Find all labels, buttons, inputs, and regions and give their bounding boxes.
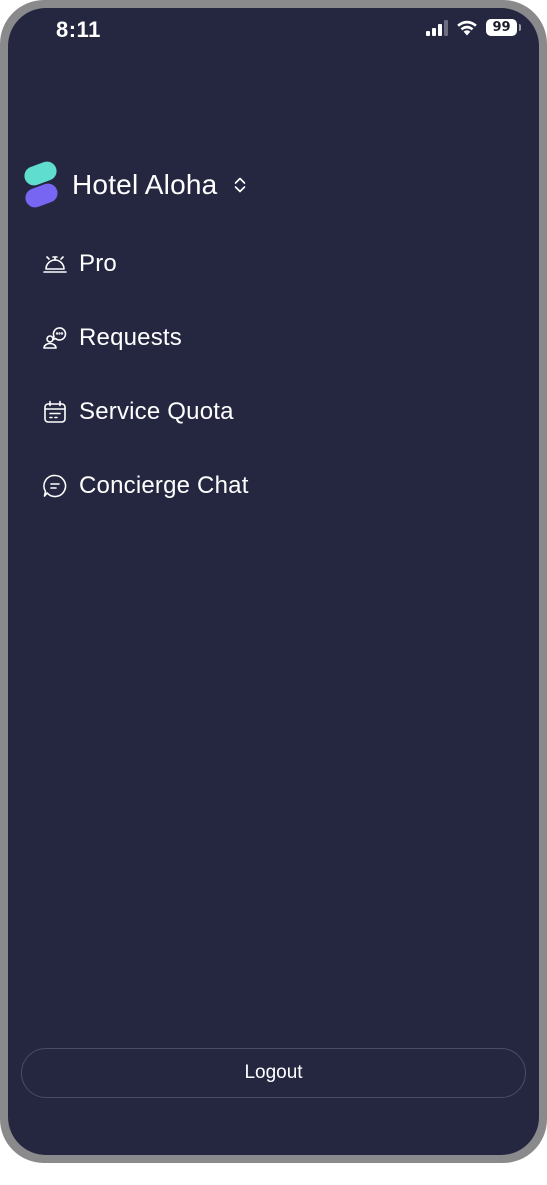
status-bar: 8:11 99 bbox=[8, 8, 539, 52]
menu-item-label: Requests bbox=[79, 324, 182, 351]
service-bell-icon bbox=[42, 251, 68, 277]
calendar-icon bbox=[42, 399, 68, 425]
menu-item-service-quota[interactable]: Service Quota bbox=[42, 392, 519, 432]
hotel-logo bbox=[21, 158, 61, 211]
chevron-up-down-icon bbox=[233, 176, 247, 194]
menu-item-pro[interactable]: Pro bbox=[42, 244, 519, 284]
cellular-signal-icon bbox=[426, 19, 448, 36]
phone-frame: 8:11 99 Hotel Aloha Pro Requests Service… bbox=[0, 0, 547, 1163]
chat-bubble-icon bbox=[42, 473, 68, 499]
drawer-screen: 8:11 99 Hotel Aloha Pro Requests Service… bbox=[8, 8, 539, 1155]
battery-icon: 99 bbox=[486, 19, 521, 36]
menu-item-concierge-chat[interactable]: Concierge Chat bbox=[42, 466, 519, 506]
wifi-icon bbox=[457, 20, 477, 36]
hotel-switcher[interactable]: Hotel Aloha bbox=[21, 158, 247, 211]
menu-item-label: Concierge Chat bbox=[79, 472, 249, 499]
requests-icon bbox=[42, 325, 68, 351]
hotel-name: Hotel Aloha bbox=[72, 169, 218, 200]
menu-item-label: Service Quota bbox=[79, 398, 234, 425]
drawer-menu: Pro Requests Service Quota Concierge Cha… bbox=[42, 244, 519, 540]
status-indicators: 99 bbox=[426, 19, 521, 36]
logout-button[interactable]: Logout bbox=[21, 1048, 526, 1098]
menu-item-label: Pro bbox=[79, 250, 117, 277]
status-time: 8:11 bbox=[56, 17, 101, 42]
menu-item-requests[interactable]: Requests bbox=[42, 318, 519, 358]
